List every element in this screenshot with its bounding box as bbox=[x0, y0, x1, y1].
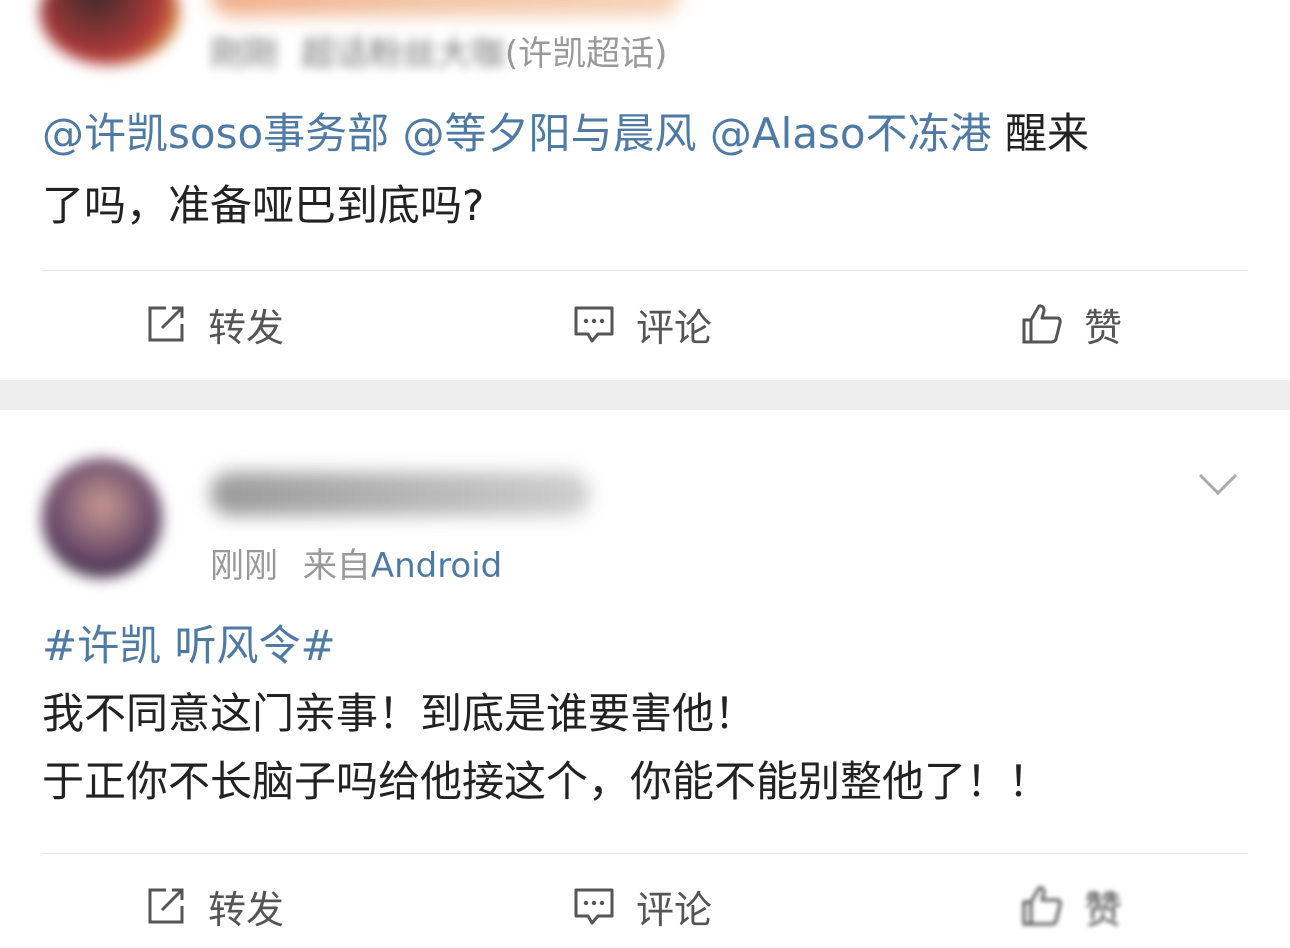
post-time: 刚刚 bbox=[210, 34, 278, 74]
action-bar: 转发 评论 赞 bbox=[0, 876, 1290, 936]
post-meta: 刚刚 来自Android bbox=[210, 538, 502, 587]
comment-icon bbox=[574, 306, 614, 343]
post-body: #许凯 听风令# 我不同意这门亲事！到底是谁要害他！ 于正你不长脑子吗给他接这个… bbox=[42, 612, 1050, 816]
repost-label: 转发 bbox=[208, 305, 285, 350]
divider bbox=[42, 270, 1248, 271]
post-text-fragment: 醒来 bbox=[1004, 109, 1089, 158]
source-link[interactable]: Android bbox=[371, 546, 502, 586]
thumbs-up-icon bbox=[1022, 886, 1062, 926]
divider bbox=[42, 853, 1248, 854]
post-body: @许凯soso事务部 @等夕阳与晨风 @Alaso不冻港 醒来 了吗，准备哑巴到… bbox=[42, 98, 1089, 242]
repost-button[interactable]: 转发 bbox=[144, 876, 284, 936]
post-meta: 刚刚 超话粉丝大咖(许凯超话) bbox=[210, 26, 667, 75]
avatar[interactable] bbox=[40, 0, 180, 65]
avatar[interactable] bbox=[42, 458, 162, 578]
post-card-1: 刚刚 超话粉丝大咖(许凯超话) @许凯soso事务部 @等夕阳与晨风 @Alas… bbox=[0, 0, 1290, 380]
super-topic-link[interactable]: (许凯超话) bbox=[505, 34, 668, 74]
like-button[interactable]: 赞 bbox=[1020, 294, 1122, 354]
post-line-1: @许凯soso事务部 @等夕阳与晨风 @Alaso不冻港 醒来 bbox=[42, 98, 1089, 170]
comment-icon bbox=[574, 888, 614, 925]
source-prefix: 来自 bbox=[302, 546, 371, 586]
comment-button[interactable]: 评论 bbox=[572, 294, 712, 354]
like-label: 赞 bbox=[1084, 887, 1123, 932]
like-button[interactable]: 赞 bbox=[1020, 876, 1122, 936]
username-blurred[interactable] bbox=[210, 0, 680, 16]
comment-label: 评论 bbox=[636, 305, 713, 350]
mention-link[interactable]: @Alaso不冻港 bbox=[710, 109, 992, 158]
mention-link[interactable]: @等夕阳与晨风 bbox=[403, 109, 697, 158]
chevron-down-icon[interactable] bbox=[1198, 472, 1238, 496]
repost-icon bbox=[148, 888, 184, 924]
action-bar: 转发 评论 赞 bbox=[0, 294, 1290, 354]
thumbs-up-icon bbox=[1022, 304, 1062, 344]
post-line-1: 我不同意这门亲事！到底是谁要害他！ bbox=[42, 689, 757, 738]
user-badge: 超话粉丝大咖 bbox=[300, 34, 505, 74]
post-time: 刚刚 bbox=[210, 546, 278, 586]
feed-separator bbox=[0, 380, 1290, 410]
username-blurred[interactable] bbox=[210, 472, 590, 516]
mention-link[interactable]: @许凯soso事务部 bbox=[42, 109, 389, 158]
repost-button[interactable]: 转发 bbox=[144, 294, 284, 354]
repost-icon bbox=[148, 306, 184, 342]
like-label: 赞 bbox=[1084, 305, 1123, 350]
repost-label: 转发 bbox=[208, 887, 285, 932]
post-card-2: 刚刚 来自Android #许凯 听风令# 我不同意这门亲事！到底是谁要害他！ … bbox=[0, 410, 1290, 948]
post-line-2: 于正你不长脑子吗给他接这个，你能不能别整他了！！ bbox=[42, 757, 1051, 806]
comment-button[interactable]: 评论 bbox=[572, 876, 712, 936]
comment-label: 评论 bbox=[636, 887, 713, 932]
topic-hashtag[interactable]: #许凯 听风令# bbox=[42, 612, 1050, 680]
post-line-2: 了吗，准备哑巴到底吗? bbox=[42, 181, 485, 230]
